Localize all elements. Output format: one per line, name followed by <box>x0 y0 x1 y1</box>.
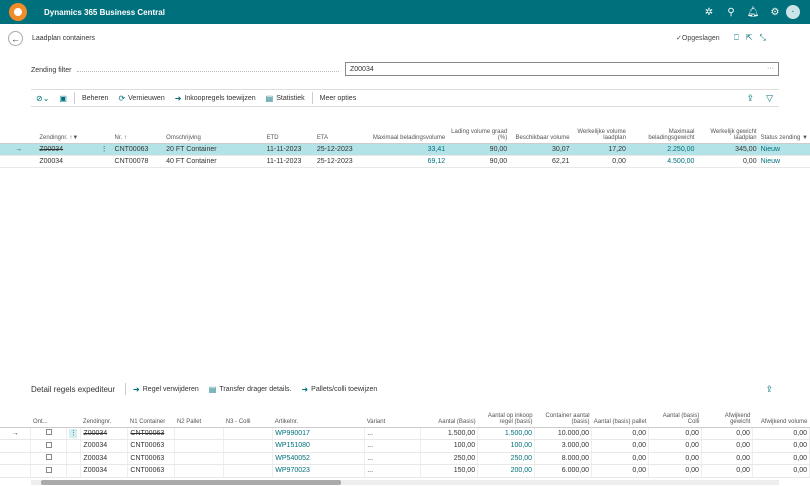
col-beschikbaar[interactable]: Beschikbaar volume <box>509 125 572 144</box>
vernieuwen-button[interactable]: ⟳ Vernieuwen <box>113 94 169 103</box>
row-checkbox[interactable] <box>45 441 52 448</box>
zending-filter-label: Zending filter <box>31 67 72 74</box>
row-menu-icon[interactable]: ⋮ <box>98 143 113 156</box>
row-menu-icon[interactable]: ⋮ <box>69 428 78 438</box>
containers-grid: Zendingnr. ↑▼ Nr. ↑ Omschrijving ETD ETA… <box>0 125 810 168</box>
transfer-drager-button[interactable]: ▤ Transfer drager details. <box>204 385 297 394</box>
col-aantal-op-inkoopregel[interactable]: Aantal op inkoop regel (basis) <box>477 405 535 428</box>
search-icon[interactable]: ⚲ <box>720 7 742 18</box>
col-werkelijk-gewicht[interactable]: Werkelijk gewicht laadplan <box>696 125 759 144</box>
sort-icon: ↑ <box>123 134 127 141</box>
app-title: Dynamics 365 Business Central <box>44 7 165 17</box>
table-row[interactable]: → ⋮ Z00034 CNT00063 WP990017 ... 1.500,0… <box>0 427 810 440</box>
arrow-icon: ➜ <box>133 384 140 394</box>
copilot-icon[interactable]: ✲ <box>698 7 720 18</box>
save-icon[interactable]: ▣ <box>54 94 72 103</box>
table-row[interactable]: → Z00034 ⋮ CNT00063 20 FT Container 11-1… <box>0 143 810 156</box>
col-omschrijving[interactable]: Omschrijving <box>164 125 265 144</box>
top-bar: Dynamics 365 Business Central ✲ ⚲ 🔔︎ ⚙ · <box>0 0 810 24</box>
detail-header-row: Ont... Zendingnr. N1 Container N2 Pallet… <box>0 405 810 428</box>
view-icon: ⊘⌄ <box>36 93 50 103</box>
arrow-icon: ➜ <box>301 384 309 394</box>
col-etd[interactable]: ETD <box>264 125 315 144</box>
table-row[interactable]: Z00034 CNT00063 WP151080 ... 100,00 100,… <box>0 439 810 453</box>
back-button[interactable]: ← <box>8 31 23 46</box>
bell-icon[interactable]: 🔔︎ <box>742 7 764 18</box>
col-aantal-basis[interactable]: Aantal (Basis) <box>420 405 478 428</box>
share-icon[interactable]: ⇪ <box>747 93 755 104</box>
row-arrow-icon: → <box>0 143 38 156</box>
row-arrow-icon: → <box>0 427 32 440</box>
col-zendingnr[interactable]: Zendingnr. ↑▼ <box>37 125 99 144</box>
col-n1-container[interactable]: N1 Container <box>127 405 175 428</box>
app-logo <box>9 3 27 21</box>
col-ont[interactable]: Ont... <box>30 405 67 428</box>
col-n2-pallet[interactable]: N2 Pallet <box>174 405 224 428</box>
transfer-icon: ▤ <box>208 384 217 394</box>
zending-filter-input[interactable]: Z00034 ··· <box>345 62 779 76</box>
col-zendingnr[interactable]: Zendingnr. <box>80 405 128 428</box>
collapse-icon[interactable]: ⤡ <box>760 33 766 43</box>
table-row[interactable]: Z00034 CNT00063 WP970023 ... 150,00 200,… <box>0 464 810 478</box>
detail-toolbar: Detail regels expediteur ➜ Regel verwijde… <box>31 381 779 397</box>
col-artikelnr[interactable]: Artikelnr. <box>272 405 365 428</box>
lookup-button[interactable]: ··· <box>767 65 774 72</box>
arrow-left-icon: ← <box>11 33 20 44</box>
gear-icon[interactable]: ⚙ <box>764 7 786 18</box>
avatar[interactable]: · <box>786 5 800 19</box>
row-checkbox[interactable] <box>45 466 52 473</box>
col-container-aantal[interactable]: Container aantal (basis) <box>534 405 592 428</box>
detail-grid: Ont... Zendingnr. N1 Container N2 Pallet… <box>0 405 810 478</box>
action-bar: ⊘⌄ ▣ Beheren ⟳ Vernieuwen ➜ Inkoopregels t… <box>31 89 779 107</box>
filter-icon[interactable]: ▽ <box>766 93 773 104</box>
beheren-button[interactable]: Beheren <box>77 95 113 102</box>
filter-icon: ▼ <box>801 134 808 141</box>
meer-opties-button[interactable]: Meer opties <box>315 95 362 102</box>
grid-header-row: Zendingnr. ↑▼ Nr. ↑ Omschrijving ETD ETA… <box>0 125 810 144</box>
col-variant[interactable]: Variant <box>364 405 421 428</box>
saved-status: ✓Opgeslagen <box>676 35 720 42</box>
inkoopregels-button[interactable]: ➜ Inkoopregels toewijzen <box>170 94 261 103</box>
bookmark-icon[interactable]: ⎕ <box>734 33 739 43</box>
refresh-icon: ⟳ <box>118 93 126 103</box>
share-icon[interactable]: ⇪ <box>765 384 773 395</box>
open-new-window-icon[interactable]: ⇱ <box>746 33 753 43</box>
table-row[interactable]: Z00034 CNT00063 WP540052 ... 250,00 250,… <box>0 452 810 465</box>
statistics-icon: ▤ <box>265 93 274 103</box>
col-aantal-pallet[interactable]: Aantal (basis) pallet <box>591 405 649 428</box>
col-afwijkend-gewicht[interactable]: Afwijkend gewicht <box>701 405 753 428</box>
detail-section-title: Detail regels expediteur <box>31 384 116 394</box>
regel-verwijderen-button[interactable]: ➜ Regel verwijderen <box>128 385 204 394</box>
col-aantal-colli[interactable]: Aantal (basis) Colli <box>648 405 702 428</box>
col-afwijkend-volume[interactable]: Afwijkend volume <box>752 405 810 428</box>
col-nr[interactable]: Nr. ↑ <box>112 125 165 144</box>
col-werkelijke-volume[interactable]: Werkelijke volume laadplan <box>571 125 628 144</box>
col-status[interactable]: Status zending ▼ <box>758 125 810 144</box>
row-checkbox[interactable] <box>45 429 52 436</box>
filter-dotted-line <box>77 71 339 72</box>
page-title: Laadplan containers <box>32 35 96 42</box>
view-options-button[interactable]: ⊘⌄ <box>31 94 54 103</box>
sort-icon: ↑▼ <box>69 134 79 141</box>
table-row[interactable]: Z00034 CNT00078 40 FT Container 11-11-20… <box>0 155 810 168</box>
horizontal-scrollbar[interactable] <box>31 480 779 485</box>
row-checkbox[interactable] <box>45 454 52 461</box>
col-n3-colli[interactable]: N3 - Colli <box>223 405 273 428</box>
arrow-icon: ➜ <box>174 93 182 103</box>
scrollbar-thumb[interactable] <box>41 480 341 485</box>
pallets-colli-button[interactable]: ➜ Pallets/colli toewijzen <box>296 385 382 394</box>
col-lading-volume[interactable]: Lading volume graad (%) <box>447 125 510 144</box>
col-eta[interactable]: ETA <box>314 125 366 144</box>
col-max-gewicht[interactable]: Maximaal beladingsgewicht <box>627 125 697 144</box>
col-max-volume[interactable]: Maximaal beladingsvolume <box>365 125 448 144</box>
statistiek-button[interactable]: ▤ Statistiek <box>261 94 310 103</box>
